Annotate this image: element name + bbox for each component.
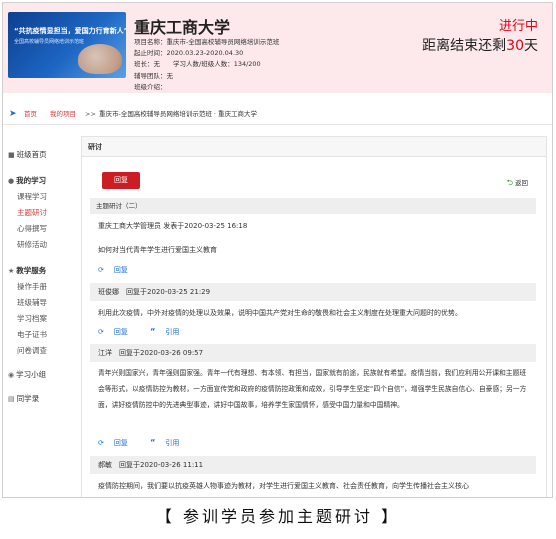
sidebar-item-topic[interactable]: 主题研讨 [17,207,47,218]
sidebar-item-survey[interactable]: 问卷调查 [17,345,47,356]
topic-actions: ⟳ 回复 [90,265,536,275]
book-icon: ▤ [8,395,15,403]
back-arrow-icon: ⮌ [506,178,513,187]
breadcrumb-home-link[interactable]: 首页 [24,103,37,125]
reply-button[interactable]: 回复 [102,172,140,189]
sidebar-item-course[interactable]: 课程学习 [17,191,47,202]
image-caption: 【 参训学员参加主题研讨 】 [155,507,401,526]
user-icon: ● [8,177,15,185]
sidebar-item-manual[interactable]: 操作手册 [17,281,47,292]
course-title: 重庆工商大学 [134,18,231,37]
sidebar-label: 教学服务 [16,266,47,275]
course-banner-image: “共抗疫情显担当，爱国力行育新人” 全国高校辅导员网络培训示范班 [8,12,126,78]
quote-link[interactable]: “ 引用 [150,438,189,447]
reply-link[interactable]: ⟳ 回复 [98,328,138,336]
post-actions: ⟳ 回复 “ 引用 [90,438,536,448]
topic-label: 主题研讨（二） [90,198,536,214]
class-intro: 班级介绍： [134,83,167,91]
sidebar-label: 班级首页 [16,150,47,159]
reply-link[interactable]: ⟳ 回复 [98,266,138,274]
quote-icon: “ [150,327,156,336]
quote-icon: “ [150,438,156,447]
post-content: 青年兴则国家兴，青年强则国家强。青年一代有理想、有本领、有担当，国家就有前途，民… [98,369,527,409]
class-info: 班长：无 学习人数/班级人数：134/200 [134,60,261,68]
back-label: 返回 [515,179,528,187]
sidebar-label: 同学录 [16,394,40,403]
sidebar-label: 学习小组 [16,370,47,379]
topic-author: 重庆工商大学管理员 发表于2020-03-25 16:18 [98,222,248,230]
banner-slogan: “共抗疫情显担当，爱国力行育新人” [14,27,126,35]
sidebar-section-my-study[interactable]: ● 我的学习 [8,175,46,186]
reply-icon: ⟳ [98,439,104,447]
post-author: 郝敏 回复于2020-03-26 11:11 [90,456,536,474]
breadcrumb-separator: >> [85,110,96,118]
post-actions: ⟳ 回复 “ 引用 [90,327,536,337]
project-name: 项目名称：重庆市-全国高校辅导员网络培训示范班 [134,38,280,46]
post-author: 班俊娜 回复于2020-03-25 21:29 [90,283,536,301]
reply-icon: ⟳ [98,328,104,336]
sidebar-item-cert[interactable]: 电子证书 [17,329,47,340]
sidebar-item-notes[interactable]: 心得撰写 [17,223,47,234]
sidebar-item-archive[interactable]: 学习档案 [17,313,47,324]
screenshot-frame: “共抗疫情显担当，爱国力行育新人” 全国高校辅导员网络培训示范班 重庆工商大学 … [2,2,553,498]
quote-link-label: 引用 [165,439,180,447]
countdown-suffix: 天 [524,38,538,54]
countdown-prefix: 距离结束还剩 [422,38,507,54]
sidebar-label: 我的学习 [16,176,47,185]
back-link[interactable]: ⮌ 返回 [507,177,528,191]
quote-link-label: 引用 [165,328,180,336]
breadcrumb-current: 重庆市-全国高校辅导员网络培训示范班 · 重庆工商大学 [99,110,258,118]
banner-subtitle: 全国高校辅导员网络培训示范班 [14,39,85,45]
sidebar-item-group[interactable]: ◉ 学习小组 [8,369,46,380]
discussion-panel: 研讨 回复 ⮌ 返回 主题研讨（二） 重庆工商大学管理员 发表于2020-03-2… [81,136,547,497]
status-badge: 进行中 [498,19,538,34]
quote-link[interactable]: “ 引用 [150,327,189,336]
project-period: 起止时间：2020.03.23-2020.04.30 [134,49,244,57]
sidebar-section-service[interactable]: ★ 教学服务 [8,265,46,276]
star-icon: ★ [8,267,15,275]
tutor-team: 辅导团队：无 [134,72,173,80]
breadcrumb: ➤ 首页 我的项目 >> 重庆市-全国高校辅导员网络培训示范班 · 重庆工商大学 [3,103,552,125]
reply-icon: ⟳ [98,266,104,274]
sidebar-item-classmates[interactable]: ▤ 同学录 [8,393,39,404]
panel-title: 研讨 [82,137,546,157]
reply-link-label: 回复 [113,266,128,274]
hands-image [78,44,122,74]
sidebar-item-tutor[interactable]: 班级辅导 [17,297,47,308]
reply-link-label: 回复 [113,328,128,336]
breadcrumb-project-link[interactable]: 我的项目 [50,103,76,125]
post-content: 利用此次疫情，中外对疫情的处理以及效果，说明中国共产党对生命的敬畏和社会主义制度… [98,309,462,317]
reply-link[interactable]: ⟳ 回复 [98,439,138,447]
home-icon: ■ [8,151,15,159]
reply-link-label: 回复 [113,439,128,447]
sidebar-item-activity[interactable]: 研修活动 [17,239,47,250]
post-content: 疫情防控期间，我们要以抗疫英雄人物事迹为教材，对学生进行爱国主义教育、社会责任教… [98,482,469,490]
sidebar-item-class-home[interactable]: ■ 班级首页 [8,149,47,160]
countdown: 距离结束还剩30天 [422,35,538,55]
countdown-days: 30 [506,38,524,54]
course-header: “共抗疫情显担当，爱国力行育新人” 全国高校辅导员网络培训示范班 重庆工商大学 … [3,3,552,93]
topic-question: 如何对当代青年学生进行爱国主义教育 [98,246,217,254]
group-icon: ◉ [8,371,15,379]
paper-plane-icon: ➤ [9,109,17,119]
post-author: 江洋 回复于2020-03-26 09:57 [90,344,536,362]
